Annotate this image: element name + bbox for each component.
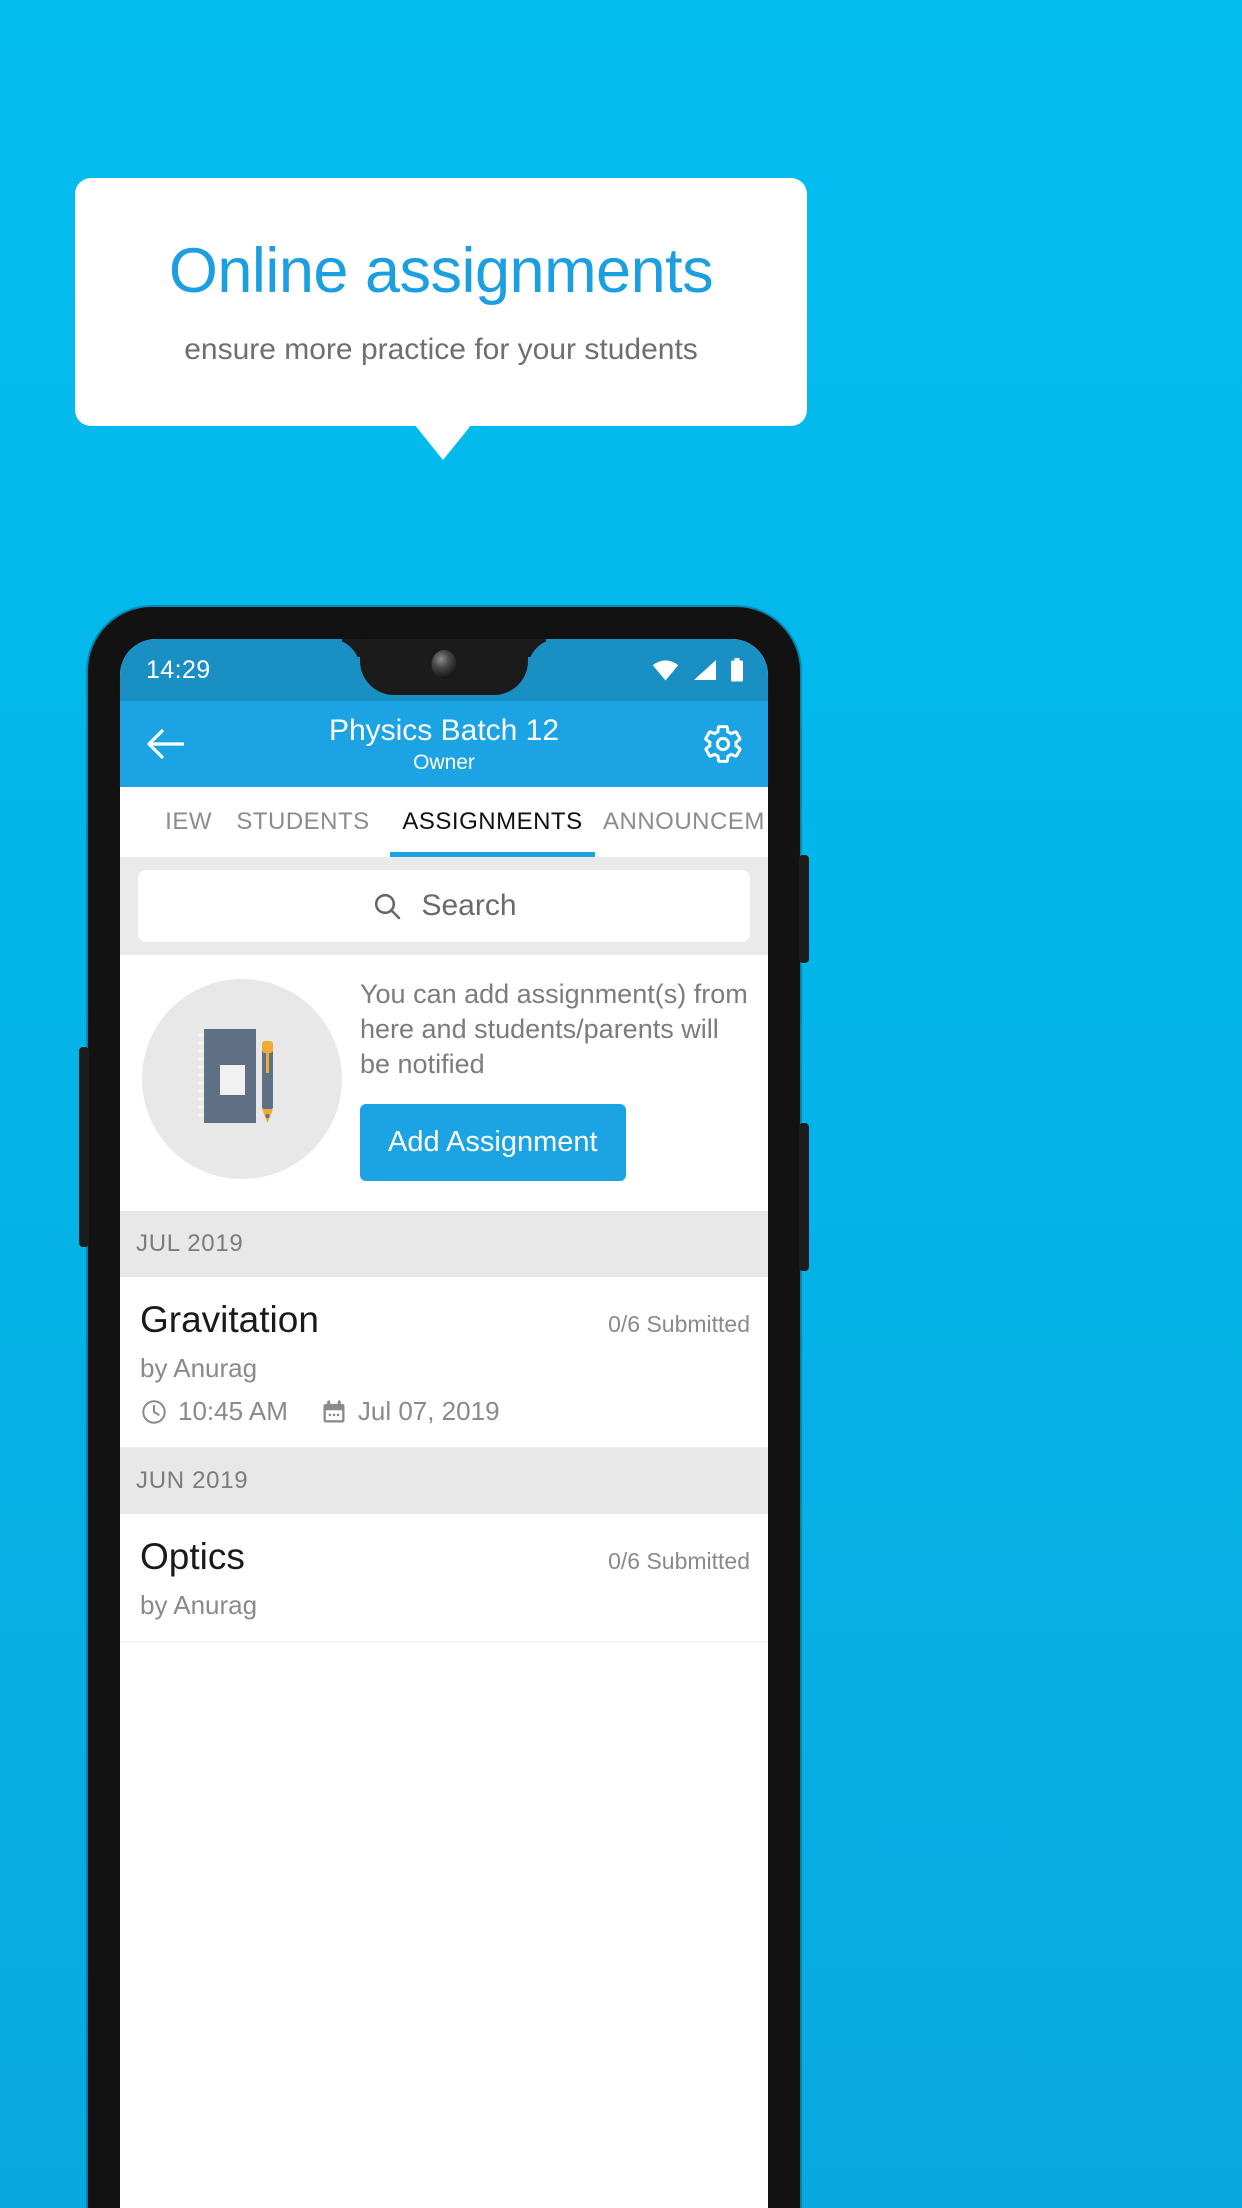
page-title: Physics Batch 12 [328,713,560,747]
assignment-meta: 10:45 AM Jul 07, 2019 [140,1396,750,1427]
status-bar-icons [652,658,744,682]
back-button[interactable] [142,721,188,767]
assignment-submitted-count: 0/6 Submitted [608,1311,750,1338]
promo-title: Online assignments [168,236,714,307]
assignment-header: Optics 0/6 Submitted [140,1536,750,1578]
tab-students[interactable]: STUDENTS [216,787,390,857]
app-bar-titles: Physics Batch 12 Owner [188,714,700,774]
gear-icon [702,723,744,765]
promo-callout-card: Online assignments ensure more practice … [75,178,807,426]
status-bar-clock: 14:29 [146,655,211,684]
promo-callout-arrow [414,424,472,460]
search-icon [371,890,403,922]
assignment-row-gravitation[interactable]: Gravitation 0/6 Submitted by Anurag 10:4… [120,1277,768,1449]
status-bar: 14:29 [120,639,768,701]
wifi-icon [652,659,679,681]
empty-state-illustration [142,979,342,1180]
clock-icon [140,1398,168,1426]
phone-device-frame: 14:29 Physics Batch 12 Owner IEW STUDENT… [79,607,809,2208]
back-arrow-icon [146,728,184,760]
assignment-author: by Anurag [140,1353,258,1384]
search-input[interactable]: Search [138,870,750,942]
page-subtitle: Owner [413,750,475,774]
calendar-icon [320,1398,348,1426]
power-button[interactable] [799,855,809,963]
signal-icon [692,659,717,681]
assignment-header: Gravitation 0/6 Submitted [140,1299,750,1341]
month-header-jul: JUL 2019 [120,1211,768,1278]
notebook-and-pen-icon [186,1027,298,1131]
front-camera [431,650,457,679]
app-bar: Physics Batch 12 Owner [120,701,768,787]
tab-bar: IEW STUDENTS ASSIGNMENTS ANNOUNCEM [120,787,768,857]
tab-announcements[interactable]: ANNOUNCEM [595,787,768,857]
tab-overview[interactable]: IEW [120,787,216,857]
assignment-submitted-count: 0/6 Submitted [608,1548,750,1575]
search-placeholder-text: Search [421,889,517,922]
assignment-title: Optics [140,1536,245,1578]
empty-state-panel: You can add assignment(s) from here and … [120,955,768,1212]
assignment-time: 10:45 AM [178,1396,288,1427]
volume-button[interactable] [799,1123,809,1271]
empty-state-message: You can add assignment(s) from here and … [360,979,748,1080]
add-assignment-button[interactable]: Add Assignment [360,1104,626,1182]
tab-assignments[interactable]: ASSIGNMENTS [390,787,595,857]
side-button-left[interactable] [79,1047,89,1247]
search-bar-container: Search [120,857,768,955]
assignment-date: Jul 07, 2019 [357,1396,500,1427]
assignment-title: Gravitation [140,1299,319,1341]
assignment-author: by Anurag [140,1590,258,1621]
empty-state-content: You can add assignment(s) from here and … [360,977,748,1182]
camera-notch [360,639,528,695]
month-header-jun: JUN 2019 [120,1448,768,1515]
battery-icon [730,658,744,682]
settings-button[interactable] [700,721,746,767]
phone-screen: 14:29 Physics Batch 12 Owner IEW STUDENT… [120,639,768,2208]
assignment-row-optics[interactable]: Optics 0/6 Submitted by Anurag [120,1514,768,1643]
promo-subtitle: ensure more practice for your students [184,332,698,366]
